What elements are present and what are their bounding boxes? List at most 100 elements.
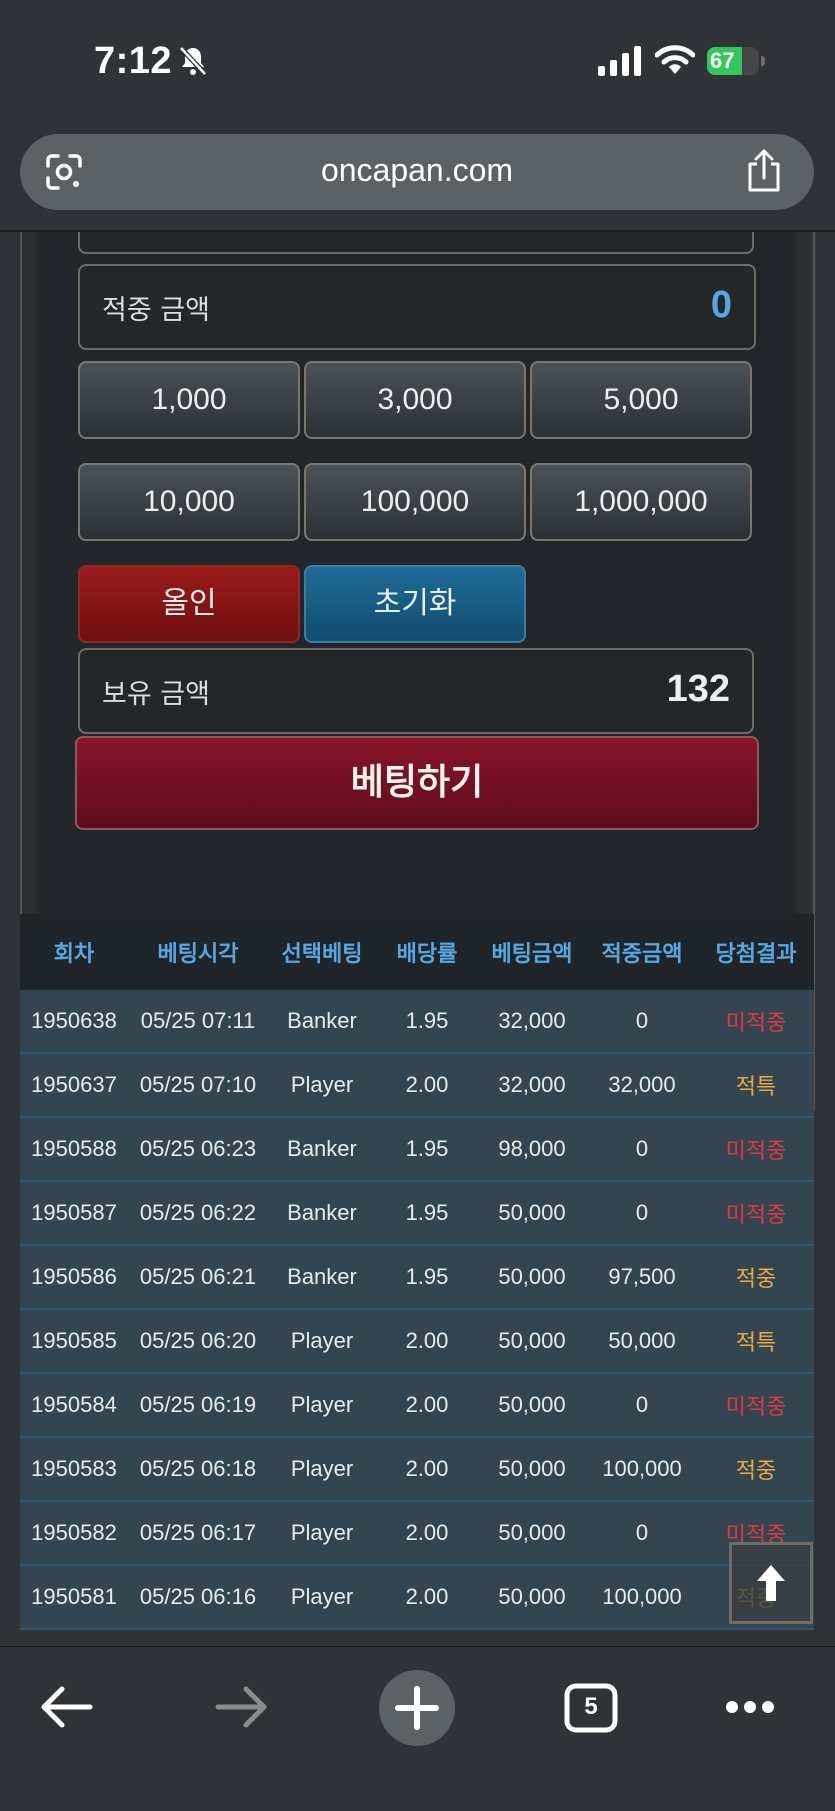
address-bar[interactable]: oncapan.com — [20, 134, 814, 210]
table-row: 1950588 05/25 06:23 Banker 1.95 98,000 0 미적중 — [20, 1118, 814, 1182]
cell-bet-time: 05/25 06:22 — [139, 1200, 257, 1225]
table-row: 1950587 05/25 06:22 Banker 1.95 50,000 0 미적중 — [20, 1182, 814, 1246]
cell-odds: 1.95 — [405, 1200, 449, 1225]
forward-arrow-icon[interactable] — [214, 1685, 268, 1729]
cell-odds: 2.00 — [405, 1328, 449, 1353]
cell-selection: Player — [290, 1584, 354, 1609]
chip-1000000-button[interactable]: 1,000,000 — [530, 463, 752, 541]
cell-selection: Player — [290, 1520, 354, 1545]
col-header-selection: 선택베팅 — [281, 942, 363, 967]
reset-button[interactable]: 초기화 — [304, 565, 526, 643]
table-body: 1950638 05/25 07:11 Banker 1.95 32,000 0 미적중 19… — [20, 990, 814, 1630]
cell-result: 미적중 — [725, 1011, 787, 1036]
cell-result: 미적중 — [725, 1395, 787, 1420]
cell-win-amount: 0 — [635, 1008, 649, 1033]
cell-bet-time: 05/25 06:20 — [139, 1328, 257, 1353]
cell-win-amount: 0 — [635, 1136, 649, 1161]
table-row: 1950638 05/25 07:11 Banker 1.95 32,000 0 미적중 — [20, 990, 814, 1054]
cell-bet-amount: 50,000 — [498, 1328, 566, 1353]
cell-result: 적특 — [735, 1075, 777, 1100]
browser-toolbar: 5 — [0, 1646, 835, 1811]
cell-win-amount: 100,000 — [602, 1584, 682, 1609]
cell-win-amount: 100,000 — [602, 1456, 682, 1481]
page-content: 적중 금액 0 1,000 3,000 5,000 10,000 100,000… — [0, 232, 835, 1646]
col-header-bet-time: 베팅시각 — [157, 942, 239, 967]
clock: 7:12 — [94, 40, 173, 82]
cell-win-amount: 0 — [635, 1200, 649, 1225]
cell-bet-amount: 50,000 — [498, 1392, 566, 1417]
cell-win-amount: 0 — [635, 1392, 649, 1417]
cell-win-amount: 97,500 — [608, 1264, 676, 1289]
wifi-icon — [655, 45, 695, 74]
cell-round: 1950584 — [31, 1392, 117, 1417]
share-icon[interactable] — [744, 148, 784, 194]
cell-win-amount: 32,000 — [608, 1072, 676, 1097]
cell-selection: Player — [290, 1328, 354, 1353]
new-tab-icon[interactable] — [378, 1669, 456, 1747]
cell-bet-time: 05/25 06:19 — [139, 1392, 257, 1417]
chip-5000-button[interactable]: 5,000 — [530, 361, 752, 439]
cell-result: 미적중 — [725, 1203, 787, 1228]
cellular-signal-icon — [598, 46, 641, 76]
cell-odds: 2.00 — [405, 1584, 449, 1609]
cell-selection: Banker — [287, 1136, 357, 1161]
chip-10000-button[interactable]: 10,000 — [78, 463, 300, 541]
more-options-icon[interactable] — [724, 1697, 776, 1717]
col-header-bet-amount: 베팅금액 — [491, 942, 573, 967]
cell-round: 1950587 — [31, 1200, 117, 1225]
chip-1000-button[interactable]: 1,000 — [78, 361, 300, 439]
win-amount-label: 적중 금액 — [102, 295, 210, 326]
bell-muted-icon — [179, 46, 207, 76]
tab-switcher-button[interactable]: 5 — [564, 1683, 618, 1733]
cell-selection: Banker — [287, 1200, 357, 1225]
cell-odds: 2.00 — [405, 1520, 449, 1545]
all-in-button[interactable]: 올인 — [78, 565, 300, 643]
cell-bet-amount: 50,000 — [498, 1520, 566, 1545]
win-amount-value: 0 — [710, 284, 732, 326]
col-header-odds: 배당률 — [396, 942, 458, 967]
cell-round: 1950585 — [31, 1328, 117, 1353]
col-header-result: 당첨결과 — [715, 942, 797, 967]
chip-3000-button[interactable]: 3,000 — [304, 361, 526, 439]
cell-bet-time: 05/25 07:11 — [140, 1008, 256, 1033]
cell-selection: Player — [290, 1456, 354, 1481]
table-row: 1950584 05/25 06:19 Player 2.00 50,000 0 미적중 — [20, 1374, 814, 1438]
cell-bet-time: 05/25 07:10 — [139, 1072, 257, 1097]
cell-round: 1950638 — [31, 1008, 117, 1033]
back-arrow-icon[interactable] — [40, 1685, 94, 1729]
cell-odds: 1.95 — [405, 1008, 449, 1033]
scroll-to-top-button[interactable] — [729, 1542, 813, 1624]
chip-100000-button[interactable]: 100,000 — [304, 463, 526, 541]
bet-amount-field[interactable] — [78, 232, 754, 254]
cell-bet-amount: 50,000 — [498, 1456, 566, 1481]
table-row: 1950637 05/25 07:10 Player 2.00 32,000 32,000… — [20, 1054, 814, 1118]
cell-bet-amount: 32,000 — [498, 1008, 566, 1033]
cell-selection: Banker — [287, 1264, 357, 1289]
cell-bet-amount: 50,000 — [498, 1264, 566, 1289]
cell-odds: 2.00 — [405, 1392, 449, 1417]
cell-selection: Player — [290, 1392, 354, 1417]
cell-result: 적중 — [735, 1267, 777, 1292]
cell-odds: 2.00 — [405, 1456, 449, 1481]
table-row: 1950581 05/25 06:16 Player 2.00 50,000 100,00… — [20, 1566, 814, 1630]
place-bet-button[interactable]: 베팅하기 — [75, 736, 759, 830]
cell-round: 1950583 — [31, 1456, 117, 1481]
cell-bet-amount: 50,000 — [498, 1200, 566, 1225]
cell-round: 1950637 — [31, 1072, 117, 1097]
col-header-win-amount: 적중금액 — [601, 942, 683, 967]
battery-percent: 67 — [710, 48, 735, 73]
url-text[interactable]: oncapan.com — [20, 152, 814, 189]
cell-odds: 1.95 — [405, 1264, 449, 1289]
table-row: 1950583 05/25 06:18 Player 2.00 50,000 100,00… — [20, 1438, 814, 1502]
status-bar: 7:12 67 oncapan.com — [0, 0, 835, 210]
cell-round: 1950582 — [31, 1520, 117, 1545]
win-amount-field: 적중 금액 0 — [78, 264, 756, 350]
battery-indicator: 67 — [707, 47, 765, 75]
balance-label: 보유 금액 — [102, 679, 210, 710]
table-row: 1950585 05/25 06:20 Player 2.00 50,000 50,000… — [20, 1310, 814, 1374]
table-row: 1950586 05/25 06:21 Banker 1.95 50,000 97,500… — [20, 1246, 814, 1310]
balance-value: 132 — [666, 668, 730, 710]
col-header-round: 회차 — [53, 942, 95, 967]
cell-bet-time: 05/25 06:21 — [139, 1264, 257, 1289]
cell-bet-amount: 50,000 — [498, 1584, 566, 1609]
